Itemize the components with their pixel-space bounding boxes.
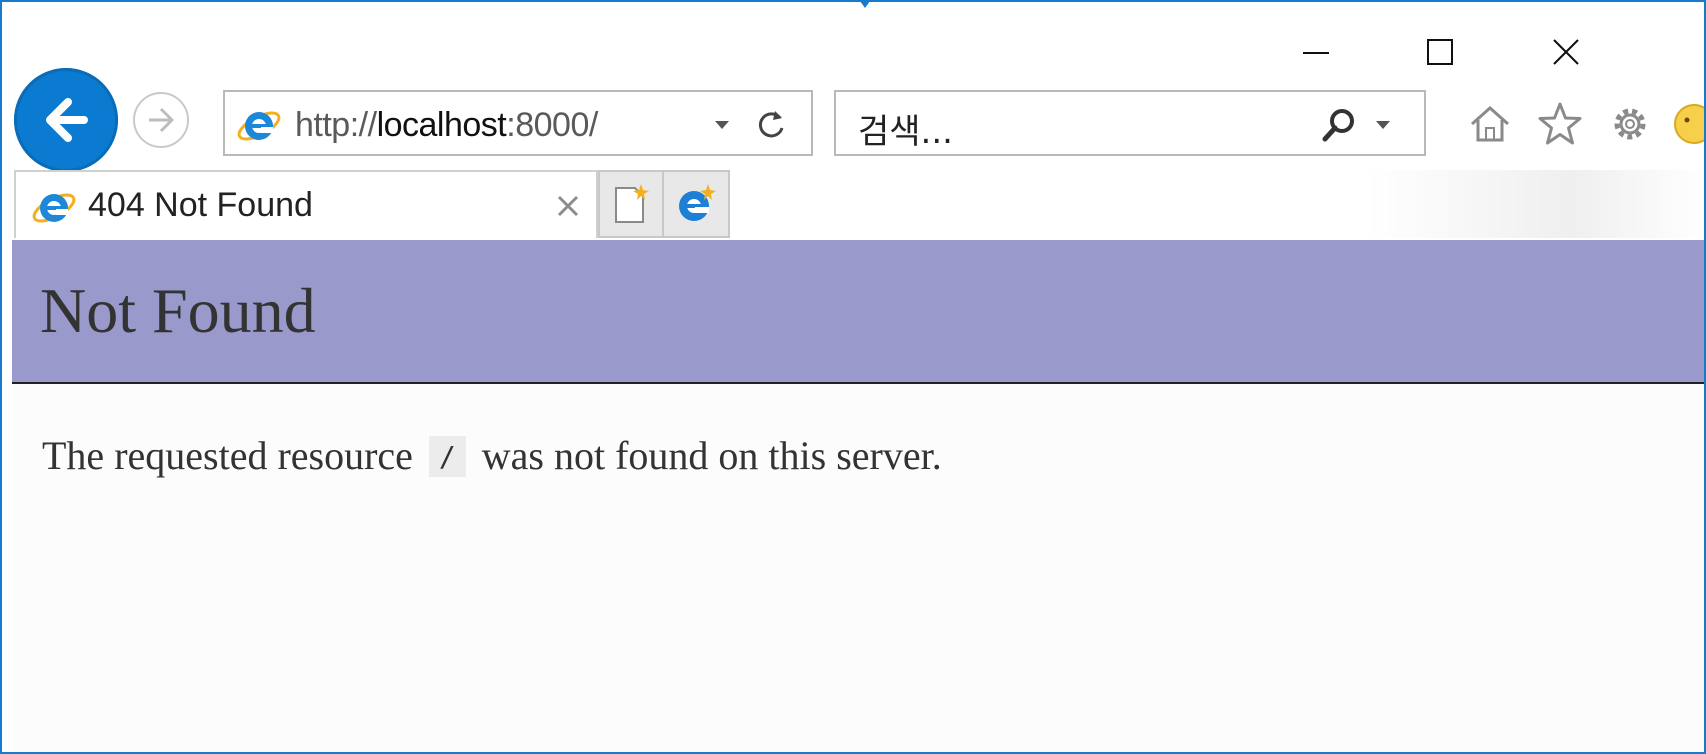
tab-title: 404 Not Found bbox=[88, 186, 313, 224]
error-message: The requested resource / was not found o… bbox=[42, 433, 942, 478]
open-edge-button[interactable] bbox=[664, 170, 730, 238]
page-content: Not Found The requested resource / was n… bbox=[12, 240, 1704, 752]
minimize-button[interactable] bbox=[1286, 32, 1346, 72]
feedback-button[interactable] bbox=[1664, 94, 1704, 154]
resource-path: / bbox=[428, 436, 466, 477]
window-drag-notch bbox=[860, 2, 870, 8]
new-tab-button[interactable] bbox=[598, 170, 664, 238]
tab-404-not-found[interactable]: 404 Not Found bbox=[14, 170, 598, 238]
star-icon bbox=[1538, 102, 1582, 145]
chevron-down-icon[interactable] bbox=[1374, 118, 1392, 132]
favorites-button[interactable] bbox=[1530, 94, 1590, 154]
close-window-button[interactable] bbox=[1536, 32, 1596, 72]
maximize-button[interactable] bbox=[1410, 32, 1470, 72]
header-banner: Not Found bbox=[12, 240, 1704, 384]
home-icon bbox=[1471, 105, 1509, 142]
home-button[interactable] bbox=[1460, 94, 1520, 154]
arrow-left-icon bbox=[46, 98, 88, 142]
close-icon bbox=[1553, 39, 1579, 65]
gear-icon bbox=[1614, 108, 1646, 140]
search-box[interactable]: 검색... bbox=[834, 90, 1426, 156]
browser-window: http://localhost:8000/ 검색... 404 Not Fou… bbox=[0, 0, 1706, 754]
address-url[interactable]: http://localhost:8000/ bbox=[295, 106, 598, 145]
arrow-right-icon bbox=[149, 107, 174, 133]
close-icon[interactable] bbox=[556, 194, 580, 218]
forward-button[interactable] bbox=[133, 92, 189, 148]
search-input[interactable]: 검색... bbox=[858, 104, 953, 153]
page-title: Not Found bbox=[40, 275, 316, 346]
smiley-icon bbox=[1674, 104, 1704, 144]
ie-logo-icon bbox=[237, 111, 281, 141]
maximize-icon bbox=[1427, 39, 1453, 65]
search-icon[interactable] bbox=[1320, 106, 1358, 144]
settings-button[interactable] bbox=[1600, 94, 1660, 154]
edge-logo-icon bbox=[679, 184, 716, 221]
address-bar[interactable]: http://localhost:8000/ bbox=[223, 90, 813, 156]
refresh-icon[interactable] bbox=[753, 106, 789, 142]
ie-logo-icon bbox=[32, 193, 76, 223]
chevron-down-icon[interactable] bbox=[713, 118, 731, 132]
back-button[interactable] bbox=[14, 68, 118, 172]
new-page-icon bbox=[615, 184, 649, 223]
minimize-icon bbox=[1303, 52, 1329, 54]
